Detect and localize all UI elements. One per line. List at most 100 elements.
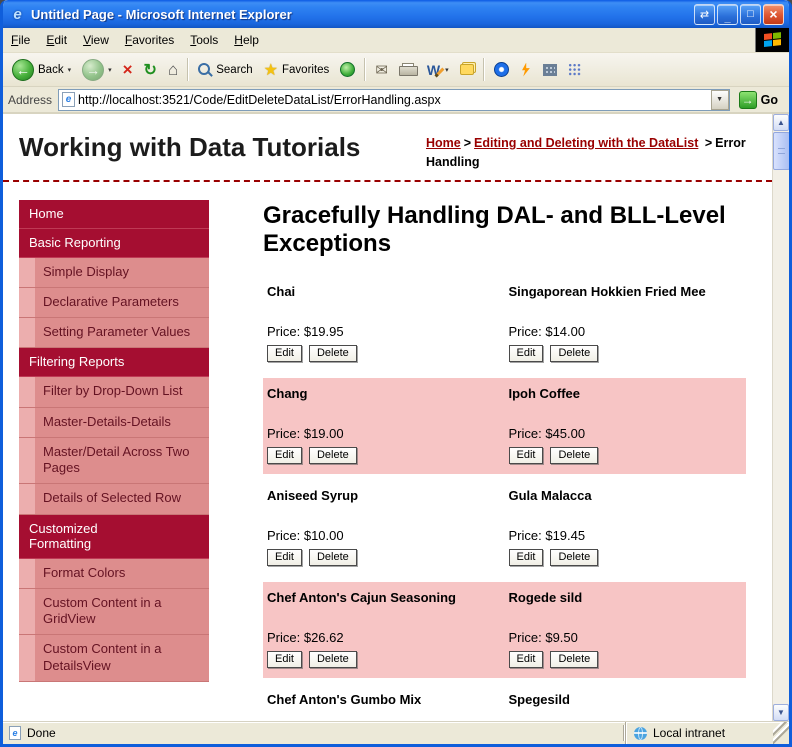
sidebar-item-details-selected-row[interactable]: Details of Selected Row <box>19 484 209 515</box>
scroll-track[interactable] <box>773 131 789 704</box>
edit-button[interactable]: Edit <box>508 446 544 464</box>
sidebar-label: Custom Content in a GridView <box>35 588 209 635</box>
menu-favorites[interactable]: Favorites <box>117 28 182 52</box>
sidebar-label: Basic Reporting <box>29 234 121 250</box>
sidebar-item-simple-display[interactable]: Simple Display <box>19 257 209 288</box>
go-label: Go <box>760 92 778 107</box>
edit-button[interactable]: Edit <box>267 548 302 566</box>
sidebar-item-master-detail-two-pages[interactable]: Master/Detail Across Two Pages <box>19 437 209 485</box>
delete-button[interactable]: Delete <box>308 446 357 464</box>
edit-in-word-button[interactable]: W ▾ <box>422 55 454 84</box>
print-button[interactable] <box>394 55 421 84</box>
edit-button[interactable]: Edit <box>267 650 302 668</box>
status-text: Done <box>27 726 56 740</box>
menu-view[interactable]: View <box>75 28 117 52</box>
delete-button[interactable]: Delete <box>308 650 357 668</box>
sidebar-label: Master/Detail Across Two Pages <box>35 437 209 484</box>
edit-dropdown-icon[interactable]: ▾ <box>445 66 449 74</box>
toolbar: ← Back ▾ → ▾ × ↻ ⌂ Search ★ Favorites ✉ … <box>3 53 789 87</box>
product-price: Price: $9.50 <box>508 629 578 645</box>
resize-grip[interactable] <box>773 722 789 744</box>
quick-launch-button[interactable] <box>515 55 537 84</box>
window-arrows-button[interactable]: ⇄ <box>694 3 715 25</box>
sidebar-item-master-details-details[interactable]: Master-Details-Details <box>19 407 209 438</box>
back-dropdown-icon[interactable]: ▾ <box>68 66 72 74</box>
delete-button[interactable]: Delete <box>308 344 357 362</box>
sidebar-item-customized-formatting[interactable]: Customized Formatting <box>19 514 209 559</box>
stop-icon: × <box>122 59 133 79</box>
forward-button[interactable]: → ▾ <box>77 55 117 84</box>
research-button[interactable] <box>538 55 562 84</box>
sidebar-item-setting-parameter-values[interactable]: Setting Parameter Values <box>19 318 209 349</box>
sidebar-item-custom-content-detailsview[interactable]: Custom Content in a DetailsView <box>19 635 209 682</box>
back-label: Back <box>38 63 64 76</box>
scroll-down-button[interactable]: ▼ <box>773 704 789 721</box>
vertical-scrollbar[interactable]: ▲ ▼ <box>772 114 789 721</box>
product-price: Price: $10.00 <box>267 527 344 543</box>
address-combobox: e ▼ <box>58 88 730 111</box>
messenger-button[interactable] <box>489 55 514 84</box>
sidebar-item-custom-content-gridview[interactable]: Custom Content in a GridView <box>19 588 209 636</box>
status-bar: e Done Local intranet <box>3 721 789 744</box>
delete-button[interactable]: Delete <box>550 548 599 566</box>
sidebar-item-home[interactable]: Home <box>19 199 209 229</box>
menu-file[interactable]: File <box>3 28 38 52</box>
discuss-button[interactable] <box>455 55 479 84</box>
edit-button[interactable]: Edit <box>267 344 302 362</box>
menu-edit[interactable]: Edit <box>38 28 75 52</box>
delete-button[interactable]: Delete <box>550 446 599 464</box>
search-button[interactable]: Search <box>193 55 257 84</box>
title-bar: e Untitled Page - Microsoft Internet Exp… <box>3 0 789 28</box>
sidebar-label: Simple Display <box>35 257 209 287</box>
delete-button[interactable]: Delete <box>550 344 599 362</box>
sidebar-label: Filter by Drop-Down List <box>35 377 209 407</box>
tiles-button[interactable] <box>563 55 586 84</box>
refresh-button[interactable]: ↻ <box>139 55 162 84</box>
breadcrumb: Home > Editing and Deleting with the DataL… <box>426 126 760 172</box>
address-input[interactable] <box>75 92 711 107</box>
maximize-button[interactable]: □ <box>740 3 761 25</box>
scroll-up-button[interactable]: ▲ <box>773 114 789 131</box>
search-icon <box>198 62 212 77</box>
lightning-icon <box>522 62 530 77</box>
edit-button[interactable]: Edit <box>267 446 302 464</box>
sidebar-item-basic-reporting[interactable]: Basic Reporting <box>19 228 209 258</box>
forward-dropdown-icon[interactable]: ▾ <box>108 66 112 74</box>
product-item: Gula Malacca Price: $19.45 Edit Delete <box>505 480 747 576</box>
delete-button[interactable]: Delete <box>550 650 599 668</box>
close-button[interactable]: × <box>763 3 784 25</box>
address-dropdown-button[interactable]: ▼ <box>710 89 729 110</box>
menu-tools[interactable]: Tools <box>182 28 226 52</box>
nav-gutter <box>19 558 35 588</box>
sidebar-item-declarative-parameters[interactable]: Declarative Parameters <box>19 287 209 318</box>
edit-button[interactable]: Edit <box>508 548 544 566</box>
back-button[interactable]: ← Back ▾ <box>7 55 76 84</box>
nav-gutter <box>19 484 35 514</box>
security-zone-label: Local intranet <box>653 726 726 740</box>
stop-button[interactable]: × <box>118 55 138 84</box>
nav-gutter <box>19 377 35 407</box>
go-button[interactable]: → Go <box>736 90 784 110</box>
media-button[interactable] <box>335 55 360 84</box>
intranet-globe-icon <box>634 726 647 740</box>
menu-help[interactable]: Help <box>226 28 267 52</box>
favorites-button[interactable]: ★ Favorites <box>259 55 335 84</box>
product-item: Singaporean Hokkien Fried Mee Price: $14… <box>505 276 747 372</box>
scroll-thumb[interactable] <box>773 132 789 170</box>
edit-button[interactable]: Edit <box>508 650 544 668</box>
product-item: Chang Price: $19.00 Edit Delete <box>263 378 505 474</box>
breadcrumb-home-link[interactable]: Home <box>426 136 461 150</box>
edit-button[interactable]: Edit <box>508 344 544 362</box>
sidebar-item-filter-dropdown-list[interactable]: Filter by Drop-Down List <box>19 377 209 408</box>
home-button[interactable]: ⌂ <box>163 55 183 84</box>
product-item: Chef Anton's Cajun Seasoning Price: $26.… <box>263 582 505 678</box>
breadcrumb-section-link[interactable]: Editing and Deleting with the DataList <box>474 136 698 150</box>
product-item: Rogede sild Price: $9.50 Edit Delete <box>505 582 747 678</box>
sidebar-item-filtering-reports[interactable]: Filtering Reports <box>19 348 209 378</box>
nav-gutter <box>19 287 35 317</box>
minimize-button[interactable]: _ <box>717 3 738 25</box>
sidebar-item-format-colors[interactable]: Format Colors <box>19 558 209 589</box>
mail-button[interactable]: ✉ <box>370 55 393 84</box>
status-message-pane: e Done <box>3 726 623 740</box>
delete-button[interactable]: Delete <box>308 548 357 566</box>
